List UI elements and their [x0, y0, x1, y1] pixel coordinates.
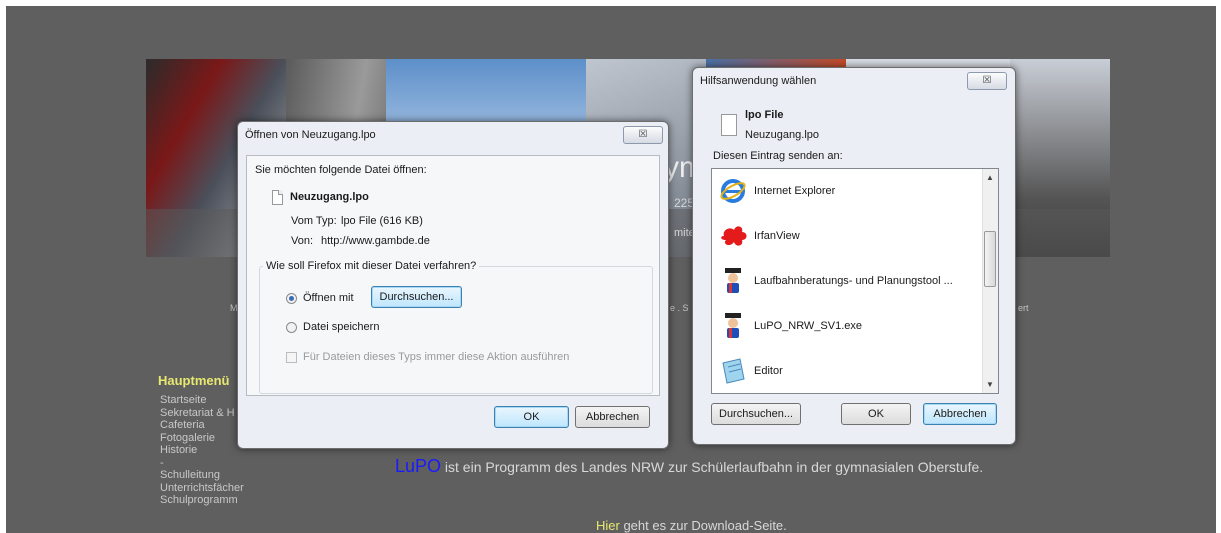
- open-dialog-content-panel: Sie möchten folgende Datei öffnen: Neuzu…: [246, 155, 660, 396]
- helper-dialog-browse-button[interactable]: Durchsuchen...: [711, 403, 801, 425]
- always-action-checkbox[interactable]: [286, 352, 297, 363]
- always-action-label: Für Dateien dieses Typs immer diese Akti…: [303, 351, 570, 363]
- irfanview-icon: [720, 222, 747, 250]
- list-item[interactable]: Editor: [712, 349, 984, 393]
- lupo-description: LuPO ist ein Programm des Landes NRW zur…: [395, 456, 983, 477]
- close-icon: ☒: [638, 129, 648, 140]
- nav-fragment-right[interactable]: ert: [1018, 303, 1029, 313]
- close-icon: ☒: [982, 75, 992, 86]
- menu-item-sekretariat[interactable]: Sekretariat & H: [160, 407, 244, 420]
- nav-fragment-middle[interactable]: e . S: [670, 303, 689, 313]
- save-file-label[interactable]: Datei speichern: [303, 321, 379, 333]
- open-with-label[interactable]: Öffnen mit: [303, 292, 354, 304]
- save-file-radio[interactable]: [286, 322, 297, 333]
- helper-dialog-cancel-button[interactable]: Abbrechen: [923, 403, 997, 425]
- menu-separator: -: [160, 456, 164, 469]
- helper-dialog-title: Hilfsanwendung wählen: [700, 75, 817, 87]
- app-label: Internet Explorer: [754, 185, 836, 197]
- list-item[interactable]: Laufbahnberatungs- und Planungstool ...: [712, 259, 984, 303]
- open-with-radio[interactable]: [286, 293, 297, 304]
- download-line: Hier geht es zur Download-Seite.: [596, 518, 787, 533]
- helper-app-list[interactable]: Internet Explorer IrfanView Laufbahnbera…: [711, 168, 999, 394]
- open-dialog-close-button[interactable]: ☒: [623, 126, 663, 144]
- open-dialog-ok-button[interactable]: OK: [494, 406, 569, 428]
- download-page-link[interactable]: Hier: [596, 518, 620, 533]
- internet-explorer-icon: [720, 177, 746, 205]
- list-item[interactable]: LuPO_NRW_SV1.exe: [712, 304, 984, 348]
- file-type-label: Vom Typ:: [291, 215, 337, 227]
- menu-item-cafeteria[interactable]: Cafeteria: [160, 419, 244, 432]
- scroll-up-arrow-icon[interactable]: ▲: [986, 173, 994, 182]
- action-group-title: Wie soll Firefox mit dieser Datei verfah…: [263, 260, 480, 272]
- helper-dialog-close-button[interactable]: ☒: [967, 72, 1007, 90]
- lupo-description-text: ist ein Programm des Landes NRW zur Schü…: [441, 459, 984, 475]
- file-type-value: lpo File (616 KB): [341, 215, 423, 227]
- scroll-down-arrow-icon[interactable]: ▼: [986, 380, 994, 389]
- menu-item-startseite[interactable]: Startseite: [160, 394, 244, 407]
- open-dialog-browse-button[interactable]: Durchsuchen...: [371, 286, 462, 308]
- file-source-label: Von:: [291, 235, 314, 247]
- menu-item-schulprogramm[interactable]: Schulprogramm: [160, 494, 244, 507]
- download-line-text: geht es zur Download-Seite.: [619, 518, 787, 533]
- app-label: LuPO_NRW_SV1.exe: [754, 320, 863, 332]
- scroll-thumb[interactable]: [984, 231, 996, 287]
- file-icon: [272, 190, 283, 205]
- menu-item-fotogalerie[interactable]: Fotogalerie: [160, 432, 244, 445]
- app-label: Laufbahnberatungs- und Planungstool ...: [754, 275, 953, 287]
- list-item[interactable]: IrfanView: [712, 214, 984, 258]
- lupo-link[interactable]: LuPO: [395, 456, 441, 476]
- notepad-icon: [720, 357, 746, 385]
- menu-item-unterrichtsfaecher[interactable]: Unterrichtsfächer: [160, 482, 244, 495]
- file-source-value: http://www.gambde.de: [321, 235, 430, 247]
- helper-file-type: lpo File: [745, 109, 784, 121]
- helper-app-dialog: Hilfsanwendung wählen ☒ lpo File Neuzuga…: [692, 67, 1016, 445]
- open-file-dialog: Öffnen von Neuzugang.lpo ☒ Sie möchten f…: [237, 121, 669, 449]
- helper-dialog-ok-button[interactable]: OK: [841, 403, 911, 425]
- open-dialog-title: Öffnen von Neuzugang.lpo: [245, 129, 376, 141]
- file-name: Neuzugang.lpo: [290, 191, 369, 203]
- app-label: Editor: [754, 365, 783, 377]
- main-menu-list: Startseite Sekretariat & H Cafeteria Fot…: [160, 394, 244, 507]
- helper-file-name: Neuzugang.lpo: [745, 129, 820, 141]
- file-type-icon: [721, 114, 737, 136]
- list-item[interactable]: Internet Explorer: [712, 169, 984, 213]
- list-scrollbar[interactable]: ▲ ▼: [982, 169, 998, 393]
- menu-item-schulleitung[interactable]: Schulleitung: [160, 469, 244, 482]
- open-dialog-cancel-button[interactable]: Abbrechen: [575, 406, 650, 428]
- send-to-label: Diesen Eintrag senden an:: [713, 150, 843, 162]
- lupo-exe-icon: [720, 312, 746, 340]
- menu-item-historie[interactable]: Historie: [160, 444, 244, 457]
- lupo-icon: [720, 267, 746, 295]
- open-prompt: Sie möchten folgende Datei öffnen:: [255, 164, 427, 176]
- app-label: IrfanView: [754, 230, 800, 242]
- main-menu-title: Hauptmenü: [158, 373, 230, 388]
